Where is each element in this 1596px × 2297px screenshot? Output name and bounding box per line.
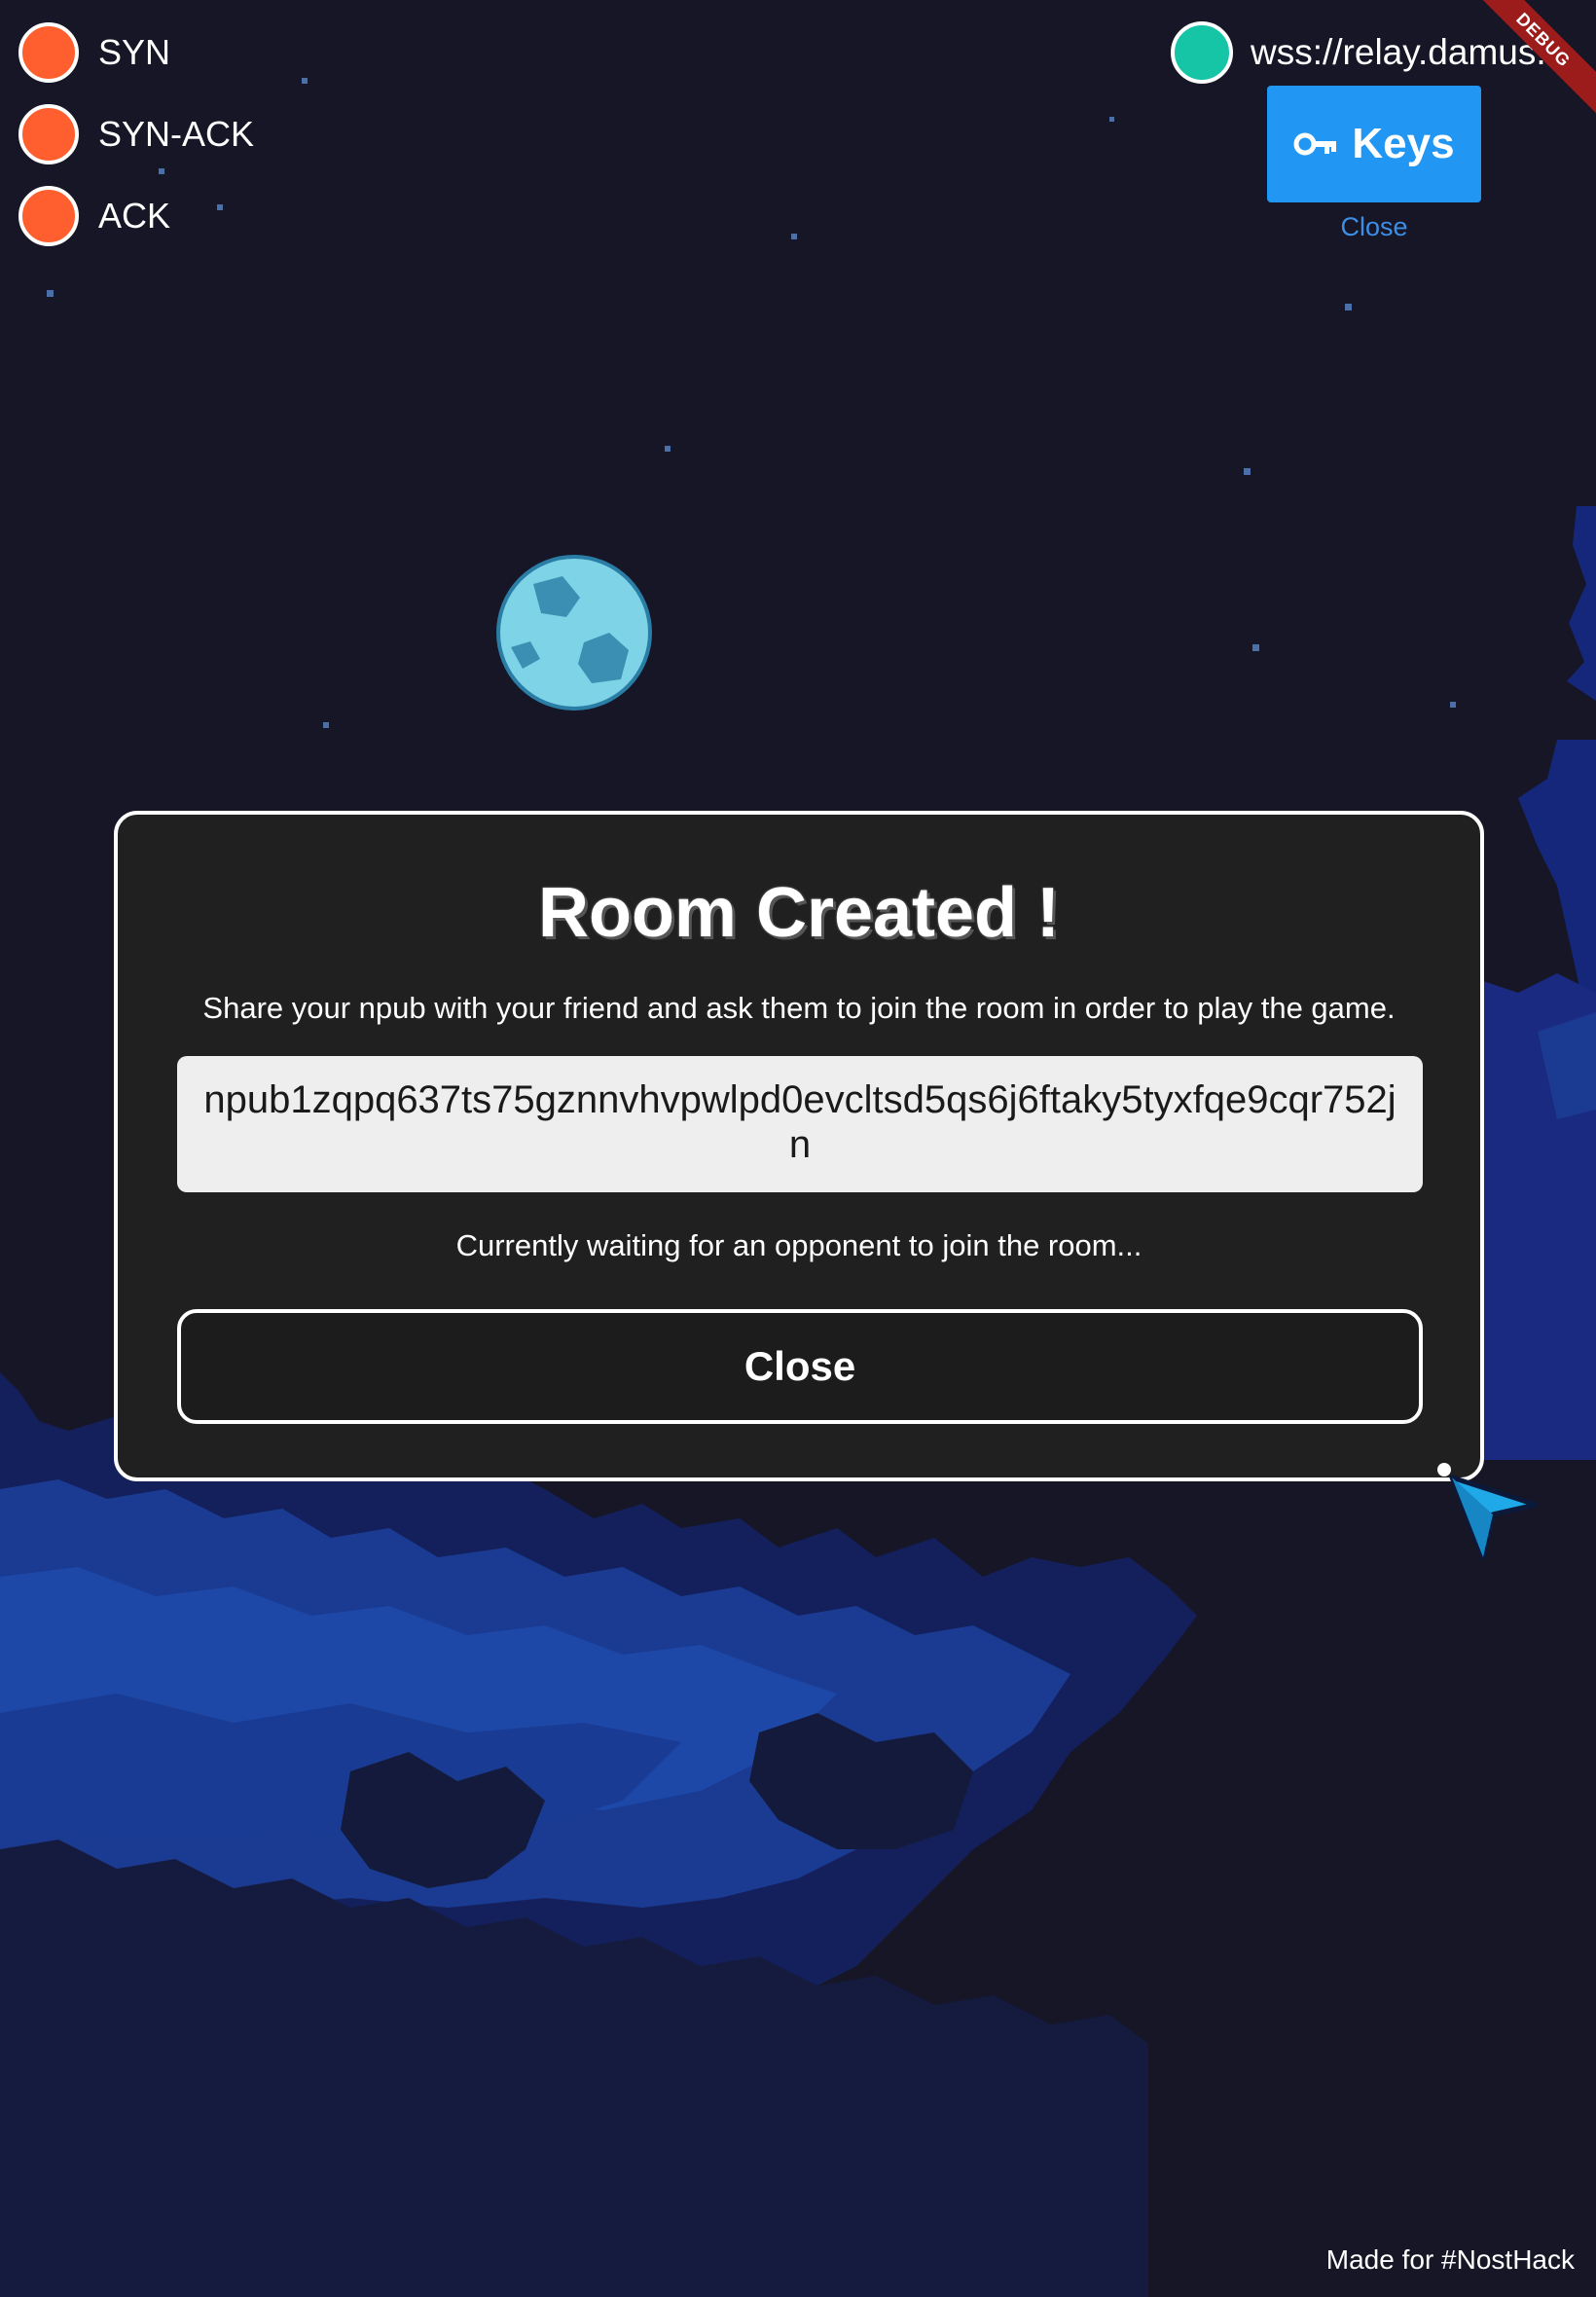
keys-button-label: Keys	[1352, 120, 1455, 167]
status-dot-icon	[18, 186, 79, 246]
npub-field[interactable]: npub1zqpq637ts75gznnvhvpwlpd0evcltsd5qs6…	[177, 1056, 1423, 1192]
player-ship-icon	[1437, 1463, 1539, 1560]
status-dot-icon	[18, 104, 79, 164]
close-button[interactable]: Close	[177, 1309, 1423, 1424]
status-syn-ack: SYN-ACK	[18, 100, 254, 168]
relay-connected-icon	[1171, 21, 1233, 84]
footer-credit: Made for #NostHack	[1325, 2244, 1575, 2275]
status-label: SYN	[98, 32, 171, 72]
status-label: ACK	[98, 196, 171, 236]
dialog-instructions: Share your npub with your friend and ask…	[202, 991, 1396, 1025]
keys-button[interactable]: Keys	[1267, 86, 1481, 202]
status-dot-icon	[18, 22, 79, 83]
handshake-status-list: SYN SYN-ACK ACK	[18, 18, 254, 264]
status-syn: SYN	[18, 18, 254, 87]
status-ack: ACK	[18, 182, 254, 250]
room-created-dialog: Room Created ! Share your npub with your…	[114, 811, 1484, 1481]
lower-clouds	[0, 1372, 1197, 2297]
waiting-status-text: Currently waiting for an opponent to joi…	[455, 1228, 1143, 1262]
key-icon	[1293, 132, 1337, 156]
status-label: SYN-ACK	[98, 114, 255, 154]
keys-close-link[interactable]: Close	[1267, 212, 1481, 242]
stars	[47, 78, 1456, 728]
dialog-title: Room Created !	[537, 874, 1061, 952]
planet	[496, 555, 652, 711]
